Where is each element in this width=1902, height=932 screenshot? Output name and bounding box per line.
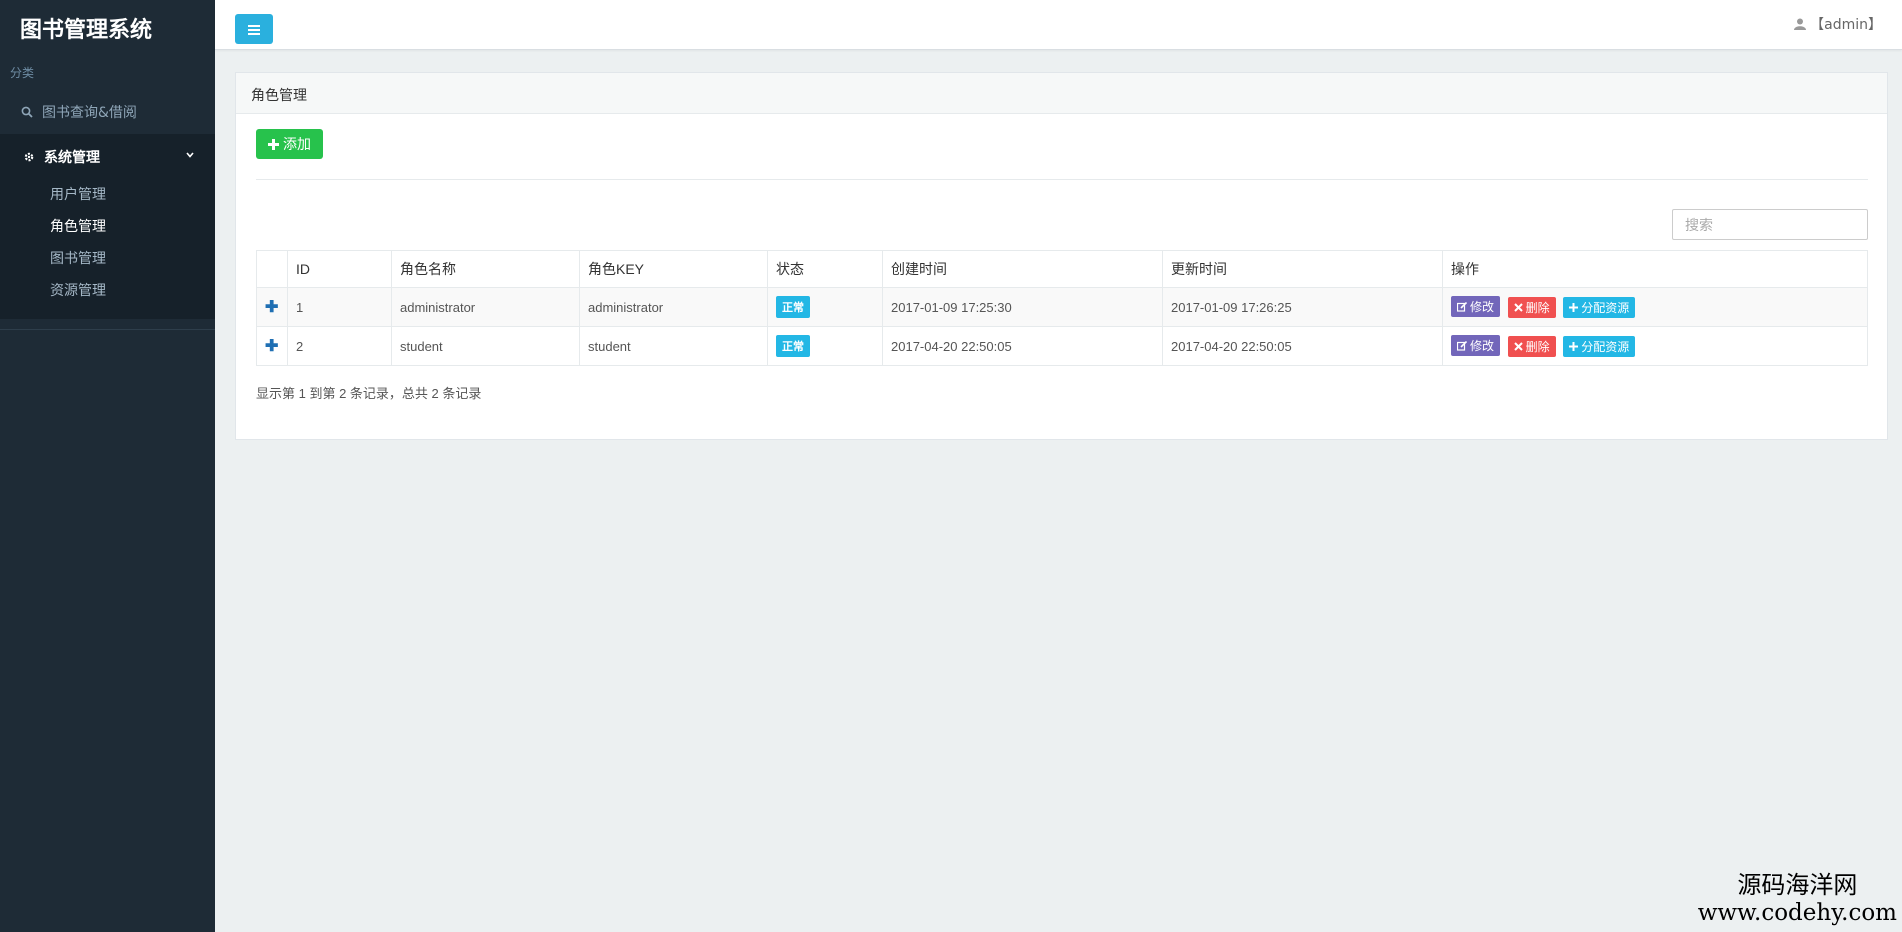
column-header-status[interactable]: 状态: [767, 250, 883, 288]
add-button-label: 添加: [283, 137, 311, 153]
sidebar-item-user-management[interactable]: 用户管理: [0, 179, 215, 211]
plus-icon: [1569, 341, 1579, 351]
role-table: ID 角色名称 角色KEY 状态 创建时间 更新时间 操作 ✚ 1 admini…: [256, 250, 1868, 366]
app-logo-title: 图书管理系统: [20, 18, 153, 43]
watermark-url: www.codehy.com: [1697, 900, 1897, 926]
column-header-created[interactable]: 创建时间: [882, 250, 1163, 288]
edit-button-label: 修改: [1470, 339, 1495, 354]
hamburger-menu-icon: [248, 20, 260, 39]
topbar: 【admin】: [215, 0, 1902, 50]
row-expand-cell: ✚: [256, 287, 288, 327]
sidebar-item-book-management[interactable]: 图书管理: [0, 243, 215, 275]
table-header-row: ID 角色名称 角色KEY 状态 创建时间 更新时间 操作: [256, 250, 1868, 288]
column-header-updated[interactable]: 更新时间: [1162, 250, 1443, 288]
sidebar-group-label: 系统管理: [44, 149, 100, 166]
status-badge: 正常: [776, 296, 810, 318]
sidebar-group-header-system[interactable]: 系统管理: [0, 134, 215, 179]
cell-created: 2017-04-20 22:50:05: [882, 326, 1163, 366]
edit-button-label: 修改: [1470, 300, 1495, 315]
column-header-actions: 操作: [1442, 250, 1868, 288]
assign-resource-button[interactable]: 分配资源: [1563, 335, 1636, 357]
plus-icon: [268, 138, 279, 150]
cell-status: 正常: [767, 326, 883, 366]
user-menu[interactable]: 【admin】: [1794, 14, 1882, 34]
delete-button-label: 删除: [1525, 339, 1550, 354]
gear-icon: [22, 151, 36, 163]
cell-role-key: administrator: [579, 287, 768, 327]
cell-created: 2017-01-09 17:25:30: [882, 287, 1163, 327]
sidebar-divider: [0, 329, 215, 330]
expand-plus-icon[interactable]: ✚: [265, 299, 278, 316]
status-badge: 正常: [776, 335, 810, 357]
table-row: ✚ 1 administrator administrator 正常 2017-…: [256, 287, 1868, 327]
cell-actions: 修改 删除 分配资源: [1442, 326, 1868, 366]
cell-role-key: student: [579, 326, 768, 366]
sidebar-item-role-management[interactable]: 角色管理: [0, 211, 215, 243]
edit-icon: [1457, 340, 1467, 351]
watermark-title: 源码海洋网: [1737, 871, 1858, 899]
sidebar-item-label: 图书查询&借阅: [42, 104, 137, 121]
sidebar: 图书管理系统 分类 图书查询&借阅 系统管理 用户管理 角色管理 图书管理 资源…: [0, 0, 215, 932]
delete-button-label: 删除: [1525, 300, 1550, 315]
chevron-down-icon: [185, 148, 195, 164]
role-management-panel: 角色管理 添加 ID 角色名称 角色KEY 状态 创建时间 更新时间 操作 ✚ …: [235, 72, 1888, 440]
close-icon: [1513, 303, 1523, 312]
edit-icon: [1457, 301, 1467, 312]
menu-toggle-button[interactable]: [235, 14, 273, 44]
column-header-expand: [256, 250, 288, 288]
sidebar-section-label: 分类: [10, 66, 35, 80]
column-header-id[interactable]: ID: [287, 250, 392, 288]
user-icon: [1794, 18, 1807, 30]
column-header-role-name[interactable]: 角色名称: [391, 250, 580, 288]
cell-id: 1: [287, 287, 392, 327]
user-name: 【admin】: [1810, 17, 1882, 33]
search-input[interactable]: [1672, 209, 1868, 240]
column-header-role-key[interactable]: 角色KEY: [579, 250, 768, 288]
cell-role-name: administrator: [391, 287, 580, 327]
expand-plus-icon[interactable]: ✚: [265, 338, 278, 355]
edit-button[interactable]: 修改: [1451, 335, 1501, 357]
cell-role-name: student: [391, 326, 580, 366]
pagination-summary: 显示第 1 到第 2 条记录，总共 2 条记录: [256, 386, 482, 401]
assign-resource-button-label: 分配资源: [1581, 339, 1630, 354]
divider: [256, 179, 1868, 180]
panel-title: 角色管理: [236, 73, 1887, 114]
plus-icon: [1569, 302, 1579, 312]
sidebar-group-system: 系统管理 用户管理 角色管理 图书管理 资源管理: [0, 134, 215, 319]
close-icon: [1513, 342, 1523, 351]
table-row: ✚ 2 student student 正常 2017-04-20 22:50:…: [256, 326, 1868, 366]
cell-status: 正常: [767, 287, 883, 327]
assign-resource-button-label: 分配资源: [1581, 300, 1630, 315]
search-icon: [20, 106, 34, 118]
sidebar-item-resource-management[interactable]: 资源管理: [0, 275, 215, 307]
watermark: 源码海洋网 www.codehy.com: [1698, 865, 1897, 926]
delete-button[interactable]: 删除: [1507, 335, 1556, 357]
cell-updated: 2017-04-20 22:50:05: [1162, 326, 1443, 366]
cell-id: 2: [287, 326, 392, 366]
cell-actions: 修改 删除 分配资源: [1442, 287, 1868, 327]
sidebar-item-book-search[interactable]: 图书查询&借阅: [0, 89, 215, 134]
cell-updated: 2017-01-09 17:26:25: [1162, 287, 1443, 327]
edit-button[interactable]: 修改: [1451, 296, 1501, 318]
assign-resource-button[interactable]: 分配资源: [1563, 296, 1636, 318]
delete-button[interactable]: 删除: [1507, 296, 1556, 318]
row-expand-cell: ✚: [256, 326, 288, 366]
add-button[interactable]: 添加: [256, 129, 323, 159]
